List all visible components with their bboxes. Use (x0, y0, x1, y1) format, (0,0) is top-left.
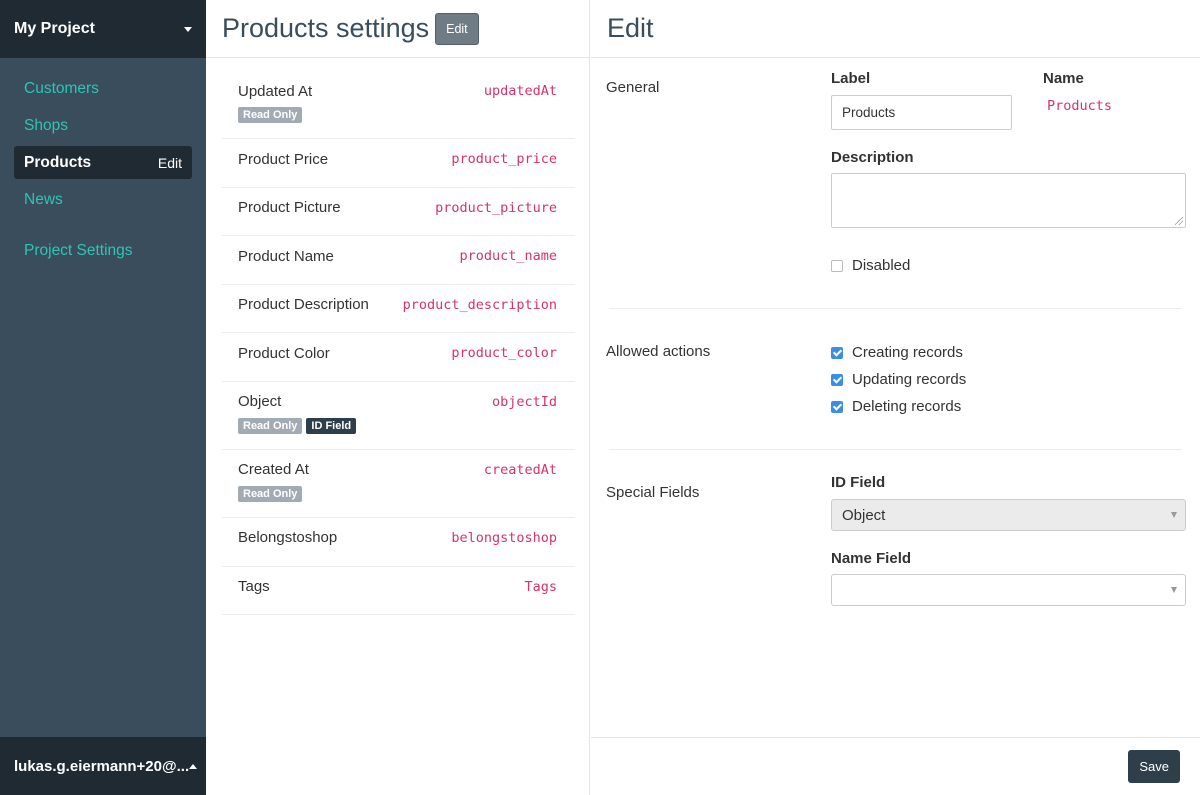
caret-up-icon (189, 763, 198, 769)
edit-header: Edit (591, 0, 1200, 58)
id-field-badge: ID Field (306, 417, 357, 434)
user-menu[interactable]: lukas.g.eiermann+20@... (0, 737, 206, 795)
disabled-label: Disabled (852, 257, 911, 274)
field-key: updatedAt (483, 83, 557, 99)
resize-grip-icon[interactable] (1175, 217, 1183, 225)
edit-model-button[interactable]: Edit (435, 12, 479, 45)
section-general: General (606, 79, 660, 96)
field-label: Object (238, 393, 282, 411)
updating-records-row[interactable]: Updating records (831, 371, 966, 388)
chevron-down-icon (1171, 587, 1177, 593)
field-row[interactable]: Product Name product_name (222, 236, 575, 285)
read-only-badge: Read Only (238, 417, 303, 434)
divider (609, 308, 1182, 309)
field-row[interactable]: Product Color product_color (222, 333, 575, 382)
field-label: Product Color (238, 344, 330, 362)
field-row[interactable]: Product Description product_description (222, 285, 575, 334)
field-key: product_picture (435, 199, 557, 216)
creating-records-row[interactable]: Creating records (831, 344, 963, 361)
section-special-fields: Special Fields (606, 484, 700, 501)
chevron-down-icon (1171, 512, 1177, 518)
save-button[interactable]: Save (1128, 750, 1180, 783)
field-label: Belongstoshop (238, 529, 338, 547)
read-only-badge: Read Only (238, 107, 303, 123)
sidebar-item-label: Project Settings (24, 241, 133, 259)
disabled-checkbox[interactable] (831, 259, 843, 272)
page-title: Products settings (222, 13, 430, 43)
field-row[interactable]: Belongstoshop belongstoshop (222, 518, 575, 567)
field-key: createdAt (483, 461, 557, 478)
sidebar-item-label: News (24, 190, 63, 208)
creating-records-checkbox[interactable] (831, 346, 843, 359)
field-label: Product Name (238, 247, 334, 265)
field-key: objectId (491, 393, 557, 410)
field-label: Tags (238, 578, 270, 596)
name-field-select-label: Name Field (831, 550, 912, 567)
disabled-checkbox-row[interactable]: Disabled (831, 257, 910, 274)
field-list: Updated At updatedAt Read Only Product Pric… (222, 71, 575, 616)
field-label: Updated At (238, 82, 313, 100)
divider (609, 449, 1182, 450)
deleting-records-label: Deleting records (852, 398, 962, 415)
updating-records-label: Updating records (852, 371, 967, 388)
field-row[interactable]: Tags Tags (222, 567, 575, 616)
field-key: Tags (524, 578, 557, 595)
project-name: My Project (14, 20, 95, 37)
sidebar-item-label: Products (24, 153, 92, 171)
field-key: product_name (459, 248, 557, 265)
field-key: product_price (451, 151, 557, 167)
project-switcher[interactable]: My Project (0, 0, 206, 58)
field-label: Product Price (238, 150, 329, 168)
deleting-records-checkbox[interactable] (831, 400, 843, 413)
sidebar-item-shops[interactable]: Shops (14, 109, 192, 142)
sidebar-item-label: Customers (24, 79, 99, 97)
sidebar-item-products[interactable]: Products Edit (14, 146, 192, 179)
sidebar-item-customers[interactable]: Customers (14, 72, 192, 105)
sidebar-item-news[interactable]: News (14, 183, 192, 216)
field-key: product_description (402, 296, 557, 313)
field-label: Created At (238, 461, 309, 479)
description-field-label: Description (831, 149, 914, 166)
sidebar-item-label: Shops (24, 116, 68, 134)
description-textarea[interactable] (831, 173, 1186, 228)
id-field-select[interactable]: Object (831, 499, 1186, 531)
name-field-select[interactable] (831, 574, 1186, 606)
sidebar-edit-link[interactable]: Edit (158, 155, 182, 171)
id-field-label: ID Field (831, 474, 886, 491)
label-field-label: Label (831, 70, 871, 87)
user-email: lukas.g.eiermann+20@... (14, 757, 190, 775)
read-only-badge: Read Only (238, 485, 303, 502)
caret-down-icon (184, 26, 192, 32)
field-row[interactable]: Object objectId Read Only ID Field (222, 382, 575, 450)
edit-title: Edit (607, 13, 654, 43)
field-row[interactable]: Product Price product_price (222, 139, 575, 188)
name-field-label: Name (1043, 70, 1084, 87)
field-row[interactable]: Updated At updatedAt Read Only (222, 71, 575, 139)
edit-footer: Save (591, 737, 1200, 795)
sidebar-nav: Customers Shops Products Edit News Proje… (0, 58, 206, 267)
label-input[interactable]: Products (831, 95, 1012, 130)
creating-records-label: Creating records (852, 344, 963, 361)
sidebar: My Project Customers Shops Products Edit… (0, 0, 206, 795)
model-settings-panel: Products settings Edit Updated At updated… (206, 0, 590, 795)
section-allowed-actions: Allowed actions (606, 343, 711, 360)
field-key: product_color (451, 345, 557, 362)
field-label: Product Description (238, 296, 369, 314)
deleting-records-row[interactable]: Deleting records (831, 398, 961, 415)
field-row[interactable]: Product Picture product_picture (222, 188, 575, 237)
edit-panel: Edit General Label Products Name Product… (591, 0, 1200, 795)
panel-header: Products settings Edit (206, 0, 589, 58)
sidebar-item-project-settings[interactable]: Project Settings (14, 234, 192, 267)
name-value: Products (1047, 98, 1113, 114)
id-field-value: Object (842, 506, 886, 524)
field-key: belongstoshop (451, 529, 557, 546)
updating-records-checkbox[interactable] (831, 373, 843, 386)
field-label: Product Picture (238, 199, 341, 217)
field-row[interactable]: Created At createdAt Read Only (222, 450, 575, 518)
